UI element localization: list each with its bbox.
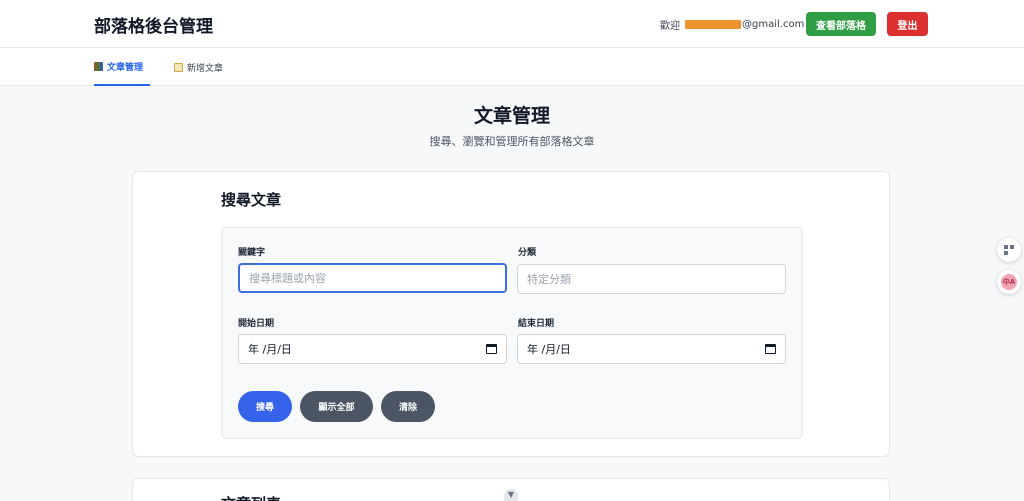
scroll-down-icon[interactable]: ▼ <box>504 489 518 501</box>
email-suffix: @gmail.com <box>742 19 805 30</box>
keyword-placeholder: 搜尋標題或內容 <box>249 272 326 285</box>
top-header: 部落格後台管理 歡迎 @gmail.com 查看部落格 登出 <box>0 0 1024 48</box>
category-input[interactable]: 特定分類 <box>517 264 786 294</box>
search-button[interactable]: 搜尋 <box>238 391 292 422</box>
tab-label: 文章管理 <box>107 62 144 73</box>
start-date-value: 年 /月/日 <box>248 343 292 356</box>
calendar-icon[interactable] <box>486 344 497 354</box>
calendar-icon[interactable] <box>765 344 776 354</box>
welcome-text: 歡迎 @gmail.com <box>660 17 804 32</box>
article-list-title: 文章列表 <box>221 493 281 501</box>
show-all-button[interactable]: 顯示全部 <box>300 391 373 422</box>
redacted-email-block <box>685 20 741 29</box>
clear-button[interactable]: 清除 <box>381 391 435 422</box>
page-subtitle: 搜尋、瀏覽和管理所有部落格文章 <box>429 135 595 148</box>
tab-label: 新增文章 <box>187 63 224 74</box>
start-date-input[interactable]: 年 /月/日 <box>238 334 507 364</box>
search-card: 搜尋文章 關鍵字 搜尋標題或內容 分類 特定分類 開始日期 年 /月/日 結束日… <box>132 171 890 457</box>
site-title: 部落格後台管理 <box>94 17 213 37</box>
extension-apps-button[interactable] <box>997 238 1021 262</box>
page-title: 文章管理 <box>473 105 550 127</box>
category-placeholder: 特定分類 <box>527 273 571 286</box>
tab-article-management[interactable]: 文章管理 <box>94 48 150 86</box>
tab-bar: 文章管理 新增文章 <box>0 48 1024 86</box>
keyword-input[interactable]: 搜尋標題或內容 <box>238 263 507 293</box>
translate-button[interactable]: 中A <box>997 270 1021 294</box>
search-card-title: 搜尋文章 <box>221 191 282 209</box>
tab-new-article[interactable]: 新增文章 <box>174 48 223 86</box>
memo-icon <box>174 62 183 72</box>
welcome-prefix: 歡迎 <box>660 21 680 32</box>
start-date-label: 開始日期 <box>238 319 275 329</box>
end-date-input[interactable]: 年 /月/日 <box>517 334 786 364</box>
end-date-value: 年 /月/日 <box>527 343 571 356</box>
grid-plus-icon <box>1004 245 1014 255</box>
books-icon <box>94 61 103 71</box>
logout-button[interactable]: 登出 <box>887 12 928 36</box>
keyword-label: 關鍵字 <box>238 248 266 258</box>
translate-icon: 中A <box>1001 274 1017 290</box>
search-form: 關鍵字 搜尋標題或內容 分類 特定分類 開始日期 年 /月/日 結束日期 年 /… <box>221 227 803 439</box>
category-label: 分類 <box>518 248 537 258</box>
view-blog-button[interactable]: 查看部落格 <box>806 12 876 36</box>
end-date-label: 結束日期 <box>518 319 555 329</box>
